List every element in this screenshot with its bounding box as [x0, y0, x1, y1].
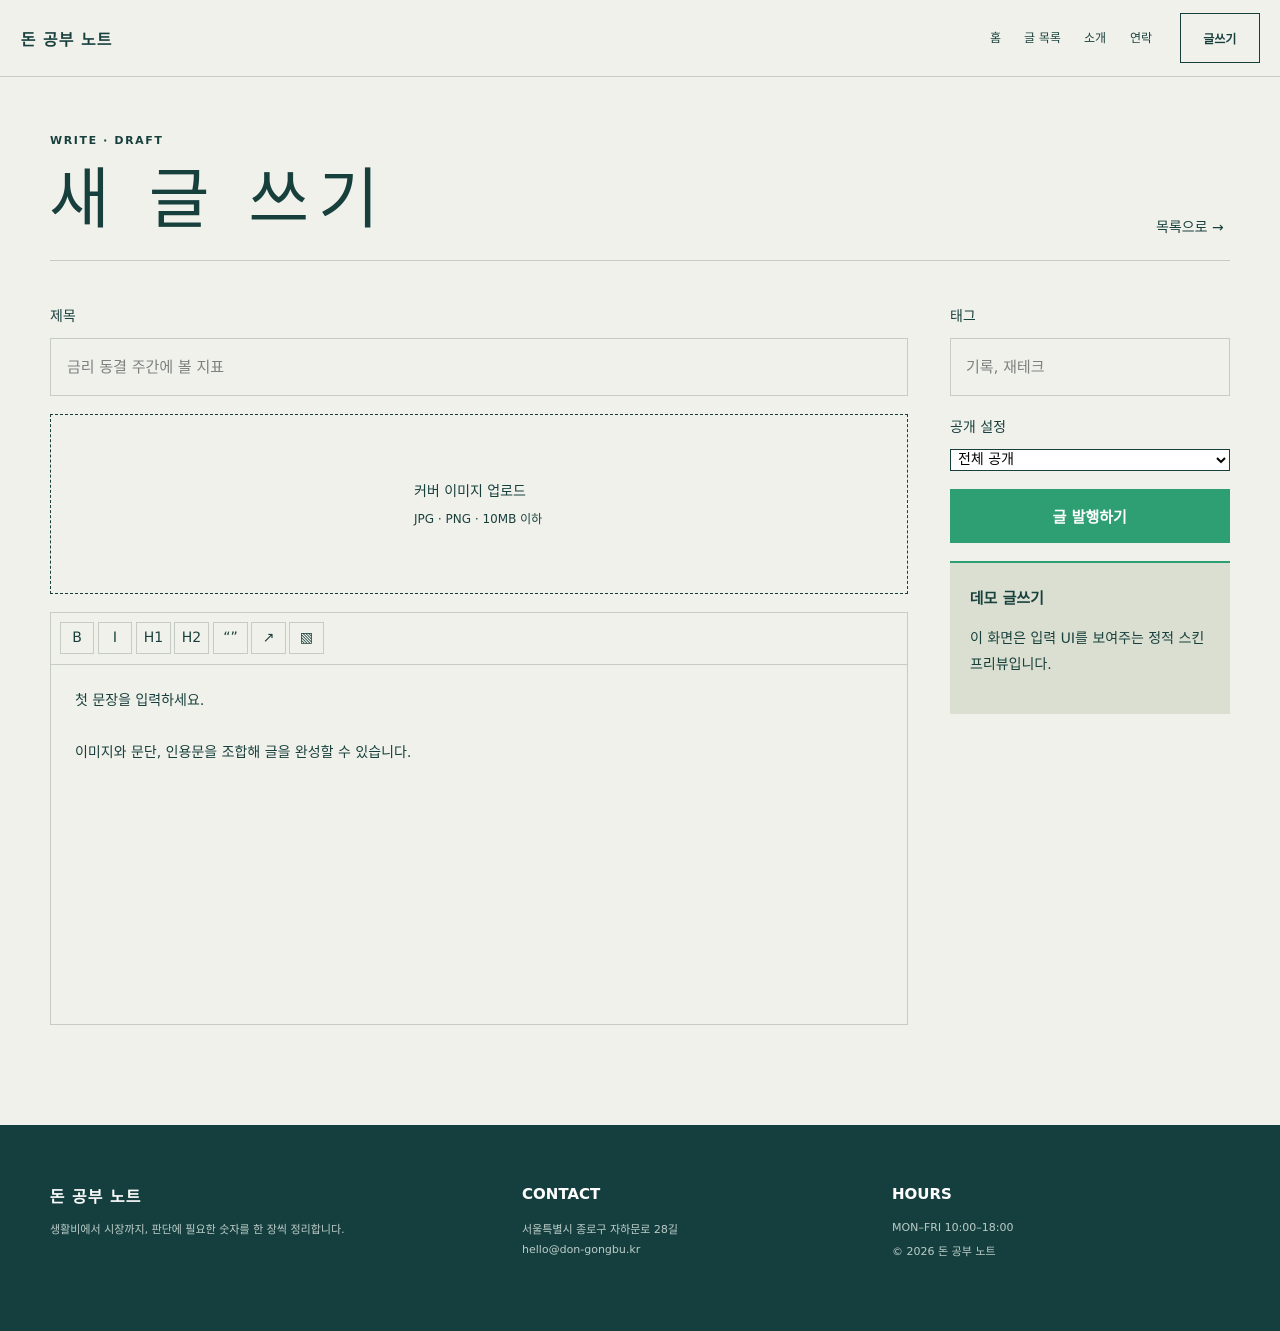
- site-footer: 돈 공부 노트 생활비에서 시장까지, 판단에 필요한 숫자를 한 장씩 정리합…: [0, 1125, 1280, 1331]
- editor-content[interactable]: 첫 문장을 입력하세요. 이미지와 문단, 인용문을 조합해 글을 완성할 수 …: [75, 691, 411, 795]
- page-title: 새 글 쓰기: [49, 161, 388, 238]
- site-logo[interactable]: 돈 공부 노트: [21, 26, 113, 50]
- footer-address: 서울특별시 종로구 자하문로 28길: [522, 1223, 679, 1236]
- heading-divider: [50, 260, 1230, 261]
- footer-description: 생활비에서 시장까지, 판단에 필요한 숫자를 한 장씩 정리합니다.: [50, 1223, 345, 1236]
- link-icon[interactable]: ↗: [251, 622, 286, 654]
- editor-line: 첫 문장을 입력하세요.: [75, 693, 205, 709]
- heading2-button[interactable]: H2: [174, 622, 209, 654]
- contact-heading: CONTACT: [522, 1185, 601, 1203]
- editor-line: 이미지와 문단, 인용문을 조합해 글을 완성할 수 있습니다.: [75, 745, 412, 761]
- nav-home[interactable]: 홈: [990, 29, 1001, 46]
- italic-button[interactable]: I: [98, 622, 132, 654]
- footer-copyright: © 2026 돈 공부 노트: [892, 1245, 996, 1258]
- visibility-select[interactable]: 전체 공개: [950, 449, 1230, 471]
- notice-title: 데모 글쓰기: [970, 589, 1045, 607]
- site-header: 돈 공부 노트 홈 글 목록 소개 연락 글쓰기: [0, 0, 1280, 77]
- nav-contact[interactable]: 연락: [1130, 29, 1152, 46]
- demo-notice: 데모 글쓰기 이 화면은 입력 UI를 보여주는 정적 스킨 프리뷰입니다.: [950, 561, 1230, 714]
- upload-title: 커버 이미지 업로드: [414, 484, 526, 500]
- quote-button[interactable]: “”: [213, 622, 248, 654]
- image-icon[interactable]: ▧: [289, 622, 324, 654]
- tag-input[interactable]: [950, 338, 1230, 396]
- post-editor: B I H1 H2 “” ↗ ▧ 첫 문장을 입력하세요. 이미지와 문단, 인…: [50, 612, 908, 1025]
- write-button[interactable]: 글쓰기: [1180, 13, 1260, 63]
- footer-brand: 돈 공부 노트: [50, 1187, 142, 1206]
- upload-hint: JPG · PNG · 10MB 이하: [414, 512, 543, 526]
- nav-post-list[interactable]: 글 목록: [1024, 29, 1061, 46]
- footer-email-link[interactable]: hello@don-gongbu.kr: [522, 1243, 640, 1256]
- bold-button[interactable]: B: [60, 622, 94, 654]
- visibility-label: 공개 설정: [950, 420, 1006, 436]
- title-label: 제목: [50, 309, 76, 325]
- footer-hours: MON–FRI 10:00–18:00: [892, 1221, 1014, 1234]
- cover-image-dropzone[interactable]: 커버 이미지 업로드 JPG · PNG · 10MB 이하: [50, 414, 908, 594]
- tag-label: 태그: [950, 309, 976, 325]
- publish-button[interactable]: 글 발행하기: [950, 489, 1230, 543]
- title-input[interactable]: [50, 338, 908, 396]
- hours-heading: HOURS: [892, 1185, 952, 1203]
- back-to-list-link[interactable]: 목록으로 →: [1156, 217, 1224, 237]
- page-eyebrow: WRITE · DRAFT: [50, 134, 164, 147]
- heading1-button[interactable]: H1: [136, 622, 171, 654]
- editor-toolbar: B I H1 H2 “” ↗ ▧: [51, 613, 907, 665]
- nav-about[interactable]: 소개: [1084, 29, 1106, 46]
- notice-text: 이 화면은 입력 UI를 보여주는 정적 스킨 프리뷰입니다.: [970, 631, 1205, 673]
